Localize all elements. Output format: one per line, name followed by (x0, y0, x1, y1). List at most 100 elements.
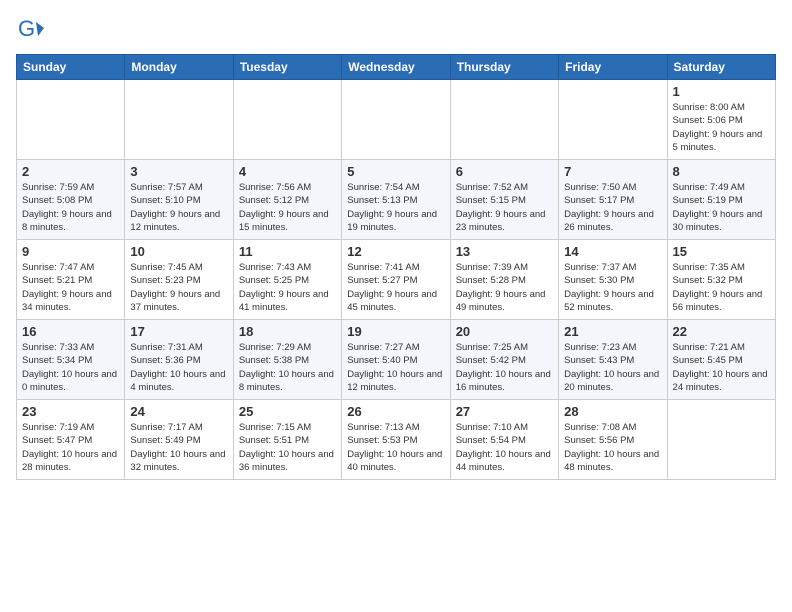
day-info: Sunrise: 7:17 AM Sunset: 5:49 PM Dayligh… (130, 421, 227, 474)
day-number: 22 (673, 324, 770, 339)
calendar-cell (559, 80, 667, 160)
weekday-header: Tuesday (233, 55, 341, 80)
day-number: 19 (347, 324, 444, 339)
day-number: 6 (456, 164, 553, 179)
calendar-cell: 24 Sunrise: 7:17 AM Sunset: 5:49 PM Dayli… (125, 400, 233, 480)
day-number: 5 (347, 164, 444, 179)
calendar-cell (17, 80, 125, 160)
svg-text:G: G (18, 16, 35, 41)
day-info: Sunrise: 7:37 AM Sunset: 5:30 PM Dayligh… (564, 261, 661, 314)
day-info: Sunrise: 7:33 AM Sunset: 5:34 PM Dayligh… (22, 341, 119, 394)
day-number: 3 (130, 164, 227, 179)
day-number: 21 (564, 324, 661, 339)
day-number: 2 (22, 164, 119, 179)
calendar-week-row: 1 Sunrise: 8:00 AM Sunset: 5:06 PM Daylig… (17, 80, 776, 160)
calendar-cell: 20Sunrise: 7:25 AM Sunset: 5:42 PM Dayli… (450, 320, 558, 400)
calendar-table: SundayMondayTuesdayWednesdayThursdayFrid… (16, 54, 776, 480)
calendar-cell: 15Sunrise: 7:35 AM Sunset: 5:32 PM Dayli… (667, 240, 775, 320)
day-number: 18 (239, 324, 336, 339)
day-info: Sunrise: 7:54 AM Sunset: 5:13 PM Dayligh… (347, 181, 444, 234)
day-number: 27 (456, 404, 553, 419)
day-number: 8 (673, 164, 770, 179)
day-info: Sunrise: 7:10 AM Sunset: 5:54 PM Dayligh… (456, 421, 553, 474)
day-info: Sunrise: 7:19 AM Sunset: 5:47 PM Dayligh… (22, 421, 119, 474)
day-number: 7 (564, 164, 661, 179)
weekday-header: Wednesday (342, 55, 450, 80)
weekday-header: Friday (559, 55, 667, 80)
calendar-cell: 12 Sunrise: 7:41 AM Sunset: 5:27 PM Dayli… (342, 240, 450, 320)
day-info: Sunrise: 8:00 AM Sunset: 5:06 PM Dayligh… (673, 101, 770, 154)
calendar-cell: 10 Sunrise: 7:45 AM Sunset: 5:23 PM Dayli… (125, 240, 233, 320)
calendar-cell: 3Sunrise: 7:57 AM Sunset: 5:10 PM Daylig… (125, 160, 233, 240)
calendar-cell (450, 80, 558, 160)
day-number: 16 (22, 324, 119, 339)
day-number: 26 (347, 404, 444, 419)
calendar-week-row: 9 Sunrise: 7:47 AM Sunset: 5:21 PM Daylig… (17, 240, 776, 320)
calendar-cell: 1 Sunrise: 8:00 AM Sunset: 5:06 PM Daylig… (667, 80, 775, 160)
day-info: Sunrise: 7:52 AM Sunset: 5:15 PM Dayligh… (456, 181, 553, 234)
calendar-cell: 21 Sunrise: 7:23 AM Sunset: 5:43 PM Dayli… (559, 320, 667, 400)
calendar-cell: 28 Sunrise: 7:08 AM Sunset: 5:56 PM Dayli… (559, 400, 667, 480)
calendar-week-row: 23 Sunrise: 7:19 AM Sunset: 5:47 PM Dayli… (17, 400, 776, 480)
day-number: 28 (564, 404, 661, 419)
page-header: G (16, 16, 776, 44)
day-number: 11 (239, 244, 336, 259)
calendar-cell: 14 Sunrise: 7:37 AM Sunset: 5:30 PM Dayli… (559, 240, 667, 320)
calendar-cell: 18 Sunrise: 7:29 AM Sunset: 5:38 PM Dayli… (233, 320, 341, 400)
calendar-cell: 23 Sunrise: 7:19 AM Sunset: 5:47 PM Dayli… (17, 400, 125, 480)
day-info: Sunrise: 7:47 AM Sunset: 5:21 PM Dayligh… (22, 261, 119, 314)
weekday-header: Saturday (667, 55, 775, 80)
calendar-cell: 9 Sunrise: 7:47 AM Sunset: 5:21 PM Daylig… (17, 240, 125, 320)
day-number: 23 (22, 404, 119, 419)
day-info: Sunrise: 7:21 AM Sunset: 5:45 PM Dayligh… (673, 341, 770, 394)
weekday-header: Monday (125, 55, 233, 80)
day-info: Sunrise: 7:08 AM Sunset: 5:56 PM Dayligh… (564, 421, 661, 474)
calendar-cell: 6 Sunrise: 7:52 AM Sunset: 5:15 PM Daylig… (450, 160, 558, 240)
day-number: 1 (673, 84, 770, 99)
calendar-header-row: SundayMondayTuesdayWednesdayThursdayFrid… (17, 55, 776, 80)
logo: G (16, 16, 46, 44)
day-number: 15 (673, 244, 770, 259)
calendar-cell: 22 Sunrise: 7:21 AM Sunset: 5:45 PM Dayli… (667, 320, 775, 400)
day-info: Sunrise: 7:27 AM Sunset: 5:40 PM Dayligh… (347, 341, 444, 394)
day-number: 10 (130, 244, 227, 259)
day-number: 4 (239, 164, 336, 179)
day-info: Sunrise: 7:25 AM Sunset: 5:42 PM Dayligh… (456, 341, 553, 394)
calendar-cell: 25Sunrise: 7:15 AM Sunset: 5:51 PM Dayli… (233, 400, 341, 480)
day-info: Sunrise: 7:43 AM Sunset: 5:25 PM Dayligh… (239, 261, 336, 314)
calendar-cell (125, 80, 233, 160)
day-number: 12 (347, 244, 444, 259)
weekday-header: Sunday (17, 55, 125, 80)
calendar-cell (667, 400, 775, 480)
day-info: Sunrise: 7:41 AM Sunset: 5:27 PM Dayligh… (347, 261, 444, 314)
day-number: 17 (130, 324, 227, 339)
day-info: Sunrise: 7:45 AM Sunset: 5:23 PM Dayligh… (130, 261, 227, 314)
calendar-cell: 5 Sunrise: 7:54 AM Sunset: 5:13 PM Daylig… (342, 160, 450, 240)
day-info: Sunrise: 7:50 AM Sunset: 5:17 PM Dayligh… (564, 181, 661, 234)
day-number: 13 (456, 244, 553, 259)
calendar-cell: 11 Sunrise: 7:43 AM Sunset: 5:25 PM Dayli… (233, 240, 341, 320)
calendar-cell: 16 Sunrise: 7:33 AM Sunset: 5:34 PM Dayli… (17, 320, 125, 400)
day-info: Sunrise: 7:29 AM Sunset: 5:38 PM Dayligh… (239, 341, 336, 394)
calendar-cell: 7 Sunrise: 7:50 AM Sunset: 5:17 PM Daylig… (559, 160, 667, 240)
day-info: Sunrise: 7:49 AM Sunset: 5:19 PM Dayligh… (673, 181, 770, 234)
day-info: Sunrise: 7:13 AM Sunset: 5:53 PM Dayligh… (347, 421, 444, 474)
calendar-cell: 13 Sunrise: 7:39 AM Sunset: 5:28 PM Dayli… (450, 240, 558, 320)
calendar-cell: 19 Sunrise: 7:27 AM Sunset: 5:40 PM Dayli… (342, 320, 450, 400)
day-info: Sunrise: 7:59 AM Sunset: 5:08 PM Dayligh… (22, 181, 119, 234)
day-number: 24 (130, 404, 227, 419)
day-info: Sunrise: 7:39 AM Sunset: 5:28 PM Dayligh… (456, 261, 553, 314)
calendar-cell (342, 80, 450, 160)
day-number: 9 (22, 244, 119, 259)
weekday-header: Thursday (450, 55, 558, 80)
day-info: Sunrise: 7:15 AM Sunset: 5:51 PM Dayligh… (239, 421, 336, 474)
calendar-body: 1 Sunrise: 8:00 AM Sunset: 5:06 PM Daylig… (17, 80, 776, 480)
day-info: Sunrise: 7:23 AM Sunset: 5:43 PM Dayligh… (564, 341, 661, 394)
calendar-cell: 2 Sunrise: 7:59 AM Sunset: 5:08 PM Daylig… (17, 160, 125, 240)
calendar-week-row: 2 Sunrise: 7:59 AM Sunset: 5:08 PM Daylig… (17, 160, 776, 240)
day-number: 14 (564, 244, 661, 259)
calendar-cell: 26 Sunrise: 7:13 AM Sunset: 5:53 PM Dayli… (342, 400, 450, 480)
calendar-cell: 17Sunrise: 7:31 AM Sunset: 5:36 PM Dayli… (125, 320, 233, 400)
calendar-cell: 8 Sunrise: 7:49 AM Sunset: 5:19 PM Daylig… (667, 160, 775, 240)
logo-icon: G (16, 16, 44, 44)
